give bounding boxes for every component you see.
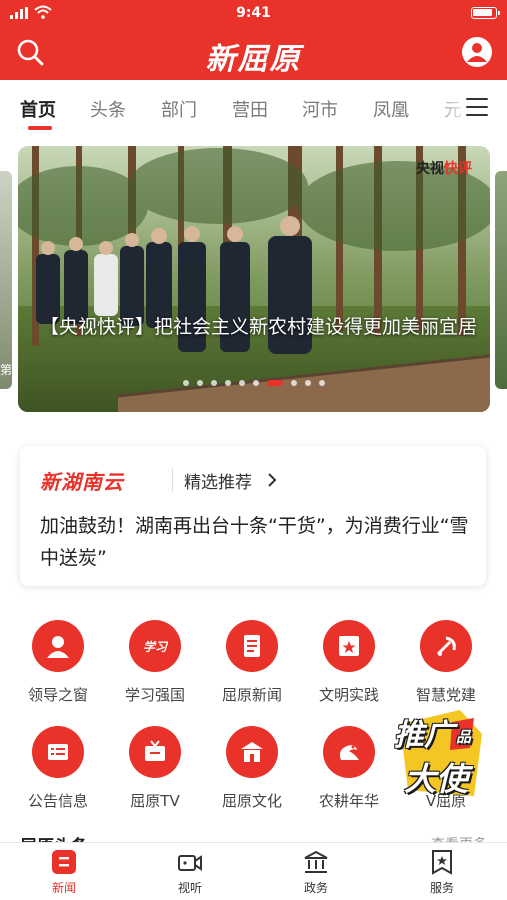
grid-label: 屈原新闻	[221, 686, 282, 704]
tab-headlines[interactable]: 头条	[90, 96, 126, 122]
carousel-dot[interactable]	[239, 380, 245, 386]
tab-yingtian[interactable]: 营田	[232, 96, 268, 122]
nav-news[interactable]: 新闻	[24, 849, 104, 896]
grid-item-leaders-window[interactable]: 领导之窗	[10, 620, 106, 705]
carousel-dot[interactable]	[319, 380, 325, 386]
status-time: 9:41	[236, 5, 271, 21]
grid-item-civilization[interactable]: 文明实践	[301, 620, 397, 705]
nav-audiovisual[interactable]: 视听	[150, 849, 230, 896]
carousel-slide[interactable]: 央视快评 【央视快评】把社会主义新农村建设得更加美丽宜居	[18, 146, 490, 412]
tab-departments[interactable]: 部门	[161, 96, 197, 122]
slide-caption[interactable]: 【央视快评】把社会主义新农村建设得更加美丽宜居	[40, 312, 480, 342]
tab-fade-overlay	[430, 80, 470, 136]
nav-label: 政务	[303, 881, 328, 895]
carousel-dot-active[interactable]	[267, 380, 283, 386]
watermark-suffix: 快评	[444, 161, 472, 177]
featured-label[interactable]: 精选推荐	[184, 468, 252, 493]
grid-label: 公告信息	[27, 792, 88, 810]
news-document-icon	[226, 620, 278, 672]
battery-icon	[471, 7, 500, 19]
party-emblem-icon	[420, 620, 472, 672]
slide-watermark: 央视快评	[416, 158, 472, 178]
carousel-dot[interactable]	[211, 380, 217, 386]
user-profile-icon[interactable]	[461, 36, 493, 68]
dragon-icon	[323, 726, 375, 778]
carousel-dot[interactable]	[225, 380, 231, 386]
forest-photo	[18, 146, 490, 412]
civilization-banner-icon	[323, 620, 375, 672]
tab-heshi[interactable]: 河市	[302, 96, 338, 122]
previous-slide-peek[interactable]: 第	[0, 171, 12, 389]
nav-services[interactable]: 服务	[402, 849, 482, 896]
nav-label: 新闻	[51, 881, 76, 895]
carousel-dot[interactable]	[305, 380, 311, 386]
grid-label: 屈原TV	[130, 792, 180, 810]
grid-label: 学习强国	[124, 686, 185, 704]
source-logo: 新湖南云	[40, 470, 124, 494]
grid-label: 农耕年华	[318, 792, 379, 810]
leader-avatar-icon	[32, 620, 84, 672]
logo-divider	[172, 468, 173, 492]
svg-text:学习: 学习	[143, 640, 169, 654]
carousel-pagination	[18, 380, 490, 386]
tv-icon	[129, 726, 181, 778]
status-bar: 9:41	[0, 0, 507, 26]
study-logo-icon: 学习	[129, 620, 181, 672]
culture-building-icon	[226, 726, 278, 778]
previous-slide-char: 第	[0, 363, 13, 377]
app-header: 9:41 新屈原	[0, 0, 507, 80]
carousel-dot[interactable]	[183, 380, 189, 386]
promo-tag: 品	[456, 728, 472, 746]
carousel-dot[interactable]	[291, 380, 297, 386]
next-slide-peek[interactable]	[495, 171, 507, 389]
grid-label: 智慧党建	[415, 686, 476, 704]
recommendation-card[interactable]: 新湖南云 精选推荐 加油鼓劲！湖南再出台十条“干货”，为消费行业“雪中送炭”	[20, 446, 486, 586]
app-title: 新屈原	[205, 42, 302, 77]
nav-label: 视听	[177, 881, 202, 895]
active-tab-indicator	[28, 126, 52, 130]
grid-item-farming-years[interactable]: 农耕年华	[301, 726, 397, 811]
grid-item-smart-party[interactable]: 智慧党建	[398, 620, 494, 705]
promo-line1: 推广	[394, 718, 454, 753]
chevron-right-icon[interactable]	[266, 472, 278, 488]
government-building-icon	[304, 850, 328, 873]
tab-fenghuang[interactable]: 凤凰	[373, 96, 409, 122]
grid-item-study[interactable]: 学习 学习强国	[107, 620, 203, 705]
grid-item-quyuan-culture[interactable]: 屈原文化	[204, 726, 300, 811]
tab-home[interactable]: 首页	[20, 96, 56, 122]
notice-board-icon	[32, 726, 84, 778]
video-camera-icon	[178, 855, 202, 871]
grid-label: 屈原文化	[221, 792, 282, 810]
grid-item-quyuan-tv[interactable]: 屈原TV	[107, 726, 203, 811]
promotion-ambassador-badge[interactable]: 推广 品 大使	[390, 704, 490, 802]
grid-item-quyuan-news[interactable]: 屈原新闻	[204, 620, 300, 705]
nav-government[interactable]: 政务	[276, 849, 356, 896]
news-icon	[52, 850, 76, 874]
service-badge-icon	[432, 850, 452, 875]
watermark-prefix: 央视	[416, 161, 444, 177]
channel-tabs: 首页 头条 部门 营田 河市 凤凰 元	[0, 80, 507, 136]
promo-line2: 大使	[404, 760, 469, 798]
grid-label: 领导之窗	[27, 686, 88, 704]
nav-label: 服务	[429, 881, 454, 895]
featured-headline[interactable]: 加油鼓劲！湖南再出台十条“干货”，为消费行业“雪中送炭”	[40, 510, 470, 574]
hamburger-menu-icon[interactable]	[466, 98, 488, 116]
carousel-dot[interactable]	[253, 380, 259, 386]
hero-carousel[interactable]: 第 央视快评 【央视快评】把社会主义新农村建设得更加美丽宜居	[0, 146, 507, 416]
grid-label: 文明实践	[318, 686, 379, 704]
carousel-dot[interactable]	[197, 380, 203, 386]
grid-item-announcements[interactable]: 公告信息	[10, 726, 106, 811]
bottom-navigation: 新闻 视听 政务 服务	[0, 842, 507, 900]
